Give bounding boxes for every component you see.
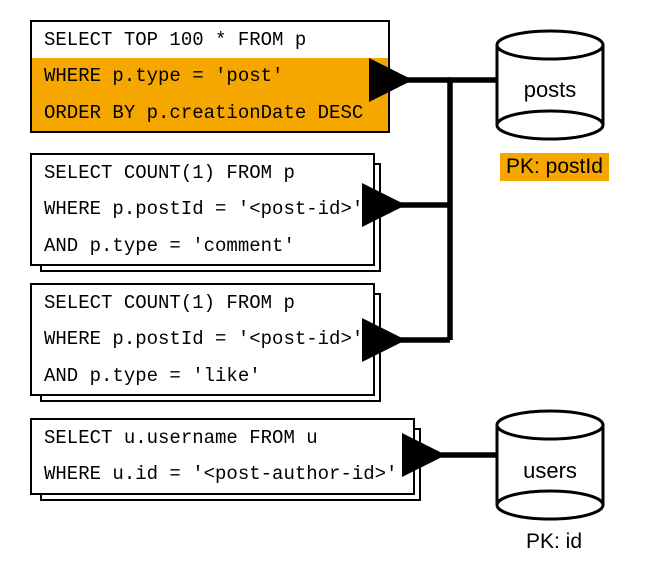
query2-line1: SELECT COUNT(1) FROM p (32, 155, 373, 191)
query2-line2: WHERE p.postId = '<post-id>' (32, 191, 373, 227)
db-users-label: users (500, 458, 600, 484)
query3-line1: SELECT COUNT(1) FROM p (32, 285, 373, 321)
query2-line3: AND p.type = 'comment' (32, 228, 373, 264)
db-posts-pk: PK: postId (500, 153, 609, 181)
query1-line3: ORDER BY p.creationDate DESC (32, 95, 388, 131)
query1-line2: WHERE p.type = 'post' (32, 58, 388, 94)
query3-line2: WHERE p.postId = '<post-id>' (32, 321, 373, 357)
query1-line1: SELECT TOP 100 * FROM p (32, 22, 388, 58)
db-users-pk: PK: id (520, 528, 588, 556)
query4-line1: SELECT u.username FROM u (32, 420, 413, 456)
query-box-2: SELECT COUNT(1) FROM p WHERE p.postId = … (30, 153, 375, 266)
query3-line3: AND p.type = 'like' (32, 358, 373, 394)
db-posts-label: posts (500, 77, 600, 103)
query-box-4: SELECT u.username FROM u WHERE u.id = '<… (30, 418, 415, 495)
query-box-3: SELECT COUNT(1) FROM p WHERE p.postId = … (30, 283, 375, 396)
query-box-1: SELECT TOP 100 * FROM p WHERE p.type = '… (30, 20, 390, 133)
query4-line2: WHERE u.id = '<post-author-id>' (32, 456, 413, 492)
